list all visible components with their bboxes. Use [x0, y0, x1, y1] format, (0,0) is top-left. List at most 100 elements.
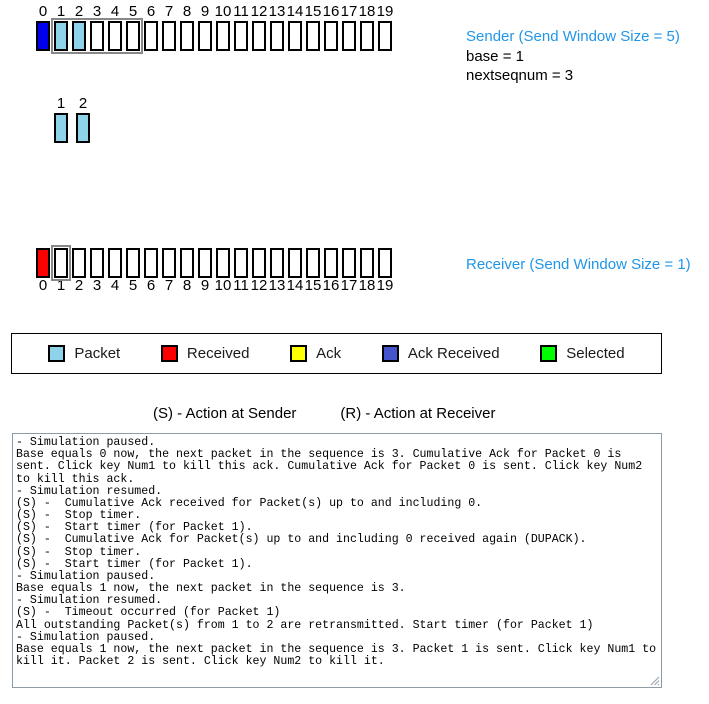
- receiver-packet-slot[interactable]: 17: [341, 248, 357, 295]
- sender-packet-slot[interactable]: 16: [323, 4, 339, 51]
- receiver-packet-slot-cell[interactable]: [288, 248, 302, 278]
- sender-packet-slot-cell[interactable]: [198, 21, 212, 51]
- sender-packet-slot[interactable]: 18: [358, 3, 376, 51]
- transit-packet-cell[interactable]: [76, 113, 90, 143]
- receiver-packet-slot[interactable]: 8: [180, 248, 194, 295]
- sender-packet-slot[interactable]: 5: [126, 4, 140, 51]
- sender-packet-slot-cell[interactable]: [288, 21, 302, 51]
- receiver-packet-slot-cell[interactable]: [324, 248, 338, 278]
- transit-packet-cell[interactable]: [54, 113, 68, 143]
- receiver-packet-slot[interactable]: 2: [72, 248, 86, 295]
- sender-packet-slot-cell[interactable]: [72, 21, 86, 51]
- receiver-packet-slot-cell[interactable]: [36, 248, 50, 278]
- receiver-packet-slot[interactable]: 5: [126, 248, 140, 295]
- receiver-packet-slot-index: 1: [56, 277, 66, 294]
- sender-packet-slot-cell[interactable]: [126, 21, 140, 51]
- sender-packet-slot-cell[interactable]: [144, 21, 158, 51]
- transit-packet[interactable]: 1: [54, 96, 68, 143]
- sender-packet-slot[interactable]: 0: [36, 4, 50, 51]
- sender-packet-slot-cell[interactable]: [306, 21, 320, 51]
- simulation-log-textarea[interactable]: sent. - Simulation paused. Base equals 0…: [12, 433, 662, 688]
- sender-packet-slot-cell[interactable]: [54, 21, 68, 51]
- receiver-packet-slot-cell[interactable]: [234, 248, 248, 278]
- sender-packet-slot-cell[interactable]: [270, 21, 284, 51]
- sender-packet-slot-cell[interactable]: [360, 21, 374, 51]
- sender-packet-slot[interactable]: 13: [269, 4, 285, 51]
- receiver-packet-slot-cell[interactable]: [90, 248, 104, 278]
- sender-packet-slot-cell[interactable]: [108, 21, 122, 51]
- receiver-packet-slot[interactable]: 19: [377, 248, 393, 295]
- receiver-packet-slot[interactable]: 16: [323, 248, 339, 295]
- receiver-packet-slot-index: 2: [74, 277, 84, 294]
- sender-nextseqnum-label: nextseqnum = 3: [466, 67, 574, 84]
- sender-packet-slot[interactable]: 14: [286, 3, 304, 51]
- receiver-packet-slot-cell[interactable]: [180, 248, 194, 278]
- sender-packet-slot-index: 10: [214, 3, 232, 20]
- sender-packet-slot-cell[interactable]: [252, 21, 266, 51]
- receiver-packet-slot-cell[interactable]: [126, 248, 140, 278]
- sender-packet-slot-index: 14: [286, 3, 304, 20]
- receiver-packet-slot[interactable]: 11: [233, 248, 249, 295]
- sender-packet-slot[interactable]: 4: [108, 4, 122, 51]
- receiver-packet-slot-cell[interactable]: [342, 248, 356, 278]
- receiver-packet-slot-cell[interactable]: [252, 248, 266, 278]
- legend-item: Selected: [540, 345, 625, 362]
- sender-packet-slot[interactable]: 1: [54, 4, 68, 51]
- in-transit-packets: 12: [54, 96, 98, 143]
- receiver-packet-slot-cell[interactable]: [360, 248, 374, 278]
- sender-packet-slot-cell[interactable]: [180, 21, 194, 51]
- receiver-packet-slot-cell[interactable]: [198, 248, 212, 278]
- receiver-packet-slot[interactable]: 6: [144, 248, 158, 295]
- sender-packet-slot-index: 18: [358, 3, 376, 20]
- sender-packet-slot[interactable]: 6: [144, 4, 158, 51]
- receiver-packet-slot[interactable]: 13: [269, 248, 285, 295]
- sender-packet-slot-cell[interactable]: [378, 21, 392, 51]
- sender-packet-slot[interactable]: 12: [251, 4, 267, 51]
- receiver-packet-slot[interactable]: 18: [358, 248, 376, 295]
- receiver-packet-slot-cell[interactable]: [162, 248, 176, 278]
- caption-row: (S) - Action at Sender (R) - Action at R…: [153, 405, 495, 422]
- sender-packet-slot-cell[interactable]: [234, 21, 248, 51]
- receiver-packet-slot-cell[interactable]: [108, 248, 122, 278]
- sender-packet-slot[interactable]: 10: [214, 3, 232, 51]
- sender-packet-slot-cell[interactable]: [36, 21, 50, 51]
- sender-packet-slot-index: 19: [376, 3, 394, 20]
- sender-packet-slot-cell[interactable]: [342, 21, 356, 51]
- sender-packet-slot-cell[interactable]: [90, 21, 104, 51]
- legend-label: Ack Received: [407, 345, 500, 362]
- sender-packet-slot[interactable]: 17: [341, 4, 357, 51]
- receiver-packet-slot-cell[interactable]: [378, 248, 392, 278]
- sender-packet-slot[interactable]: 15: [305, 4, 321, 51]
- resize-grip-icon[interactable]: [647, 673, 660, 686]
- sender-packet-slot[interactable]: 3: [90, 4, 104, 51]
- receiver-packet-slot[interactable]: 9: [198, 248, 212, 295]
- receiver-packet-slot[interactable]: 1: [54, 248, 68, 295]
- sender-packet-slot[interactable]: 7: [162, 4, 176, 51]
- receiver-packet-slot[interactable]: 7: [162, 248, 176, 295]
- receiver-packet-slot[interactable]: 12: [251, 248, 267, 295]
- receiver-packet-slot-cell[interactable]: [144, 248, 158, 278]
- receiver-packet-slot[interactable]: 0: [36, 248, 50, 295]
- sender-packet-slot[interactable]: 2: [72, 4, 86, 51]
- receiver-packet-slot[interactable]: 10: [215, 248, 231, 295]
- sender-packet-slot[interactable]: 9: [198, 4, 212, 51]
- receiver-packet-slot[interactable]: 3: [90, 248, 104, 295]
- sender-packet-slot[interactable]: 11: [233, 4, 249, 51]
- receiver-packet-slot[interactable]: 4: [108, 248, 122, 295]
- sender-packet-slot-index: 7: [164, 3, 174, 20]
- receiver-packet-slot[interactable]: 14: [287, 248, 303, 295]
- receiver-packet-slot-index: 18: [358, 277, 376, 294]
- sender-packet-slot[interactable]: 8: [180, 4, 194, 51]
- receiver-packet-slot[interactable]: 15: [305, 248, 321, 295]
- receiver-packet-slot-cell[interactable]: [216, 248, 230, 278]
- transit-packet[interactable]: 2: [76, 96, 90, 143]
- sender-packet-slot[interactable]: 19: [376, 3, 394, 51]
- sender-packet-slot-cell[interactable]: [162, 21, 176, 51]
- sender-packet-slot-index: 1: [56, 3, 66, 20]
- sender-packet-slot-cell[interactable]: [216, 21, 230, 51]
- receiver-packet-slot-cell[interactable]: [54, 248, 68, 278]
- receiver-packet-slot-cell[interactable]: [306, 248, 320, 278]
- receiver-packet-slot-cell[interactable]: [72, 248, 86, 278]
- receiver-packet-slot-cell[interactable]: [270, 248, 284, 278]
- sender-packet-slot-cell[interactable]: [324, 21, 338, 51]
